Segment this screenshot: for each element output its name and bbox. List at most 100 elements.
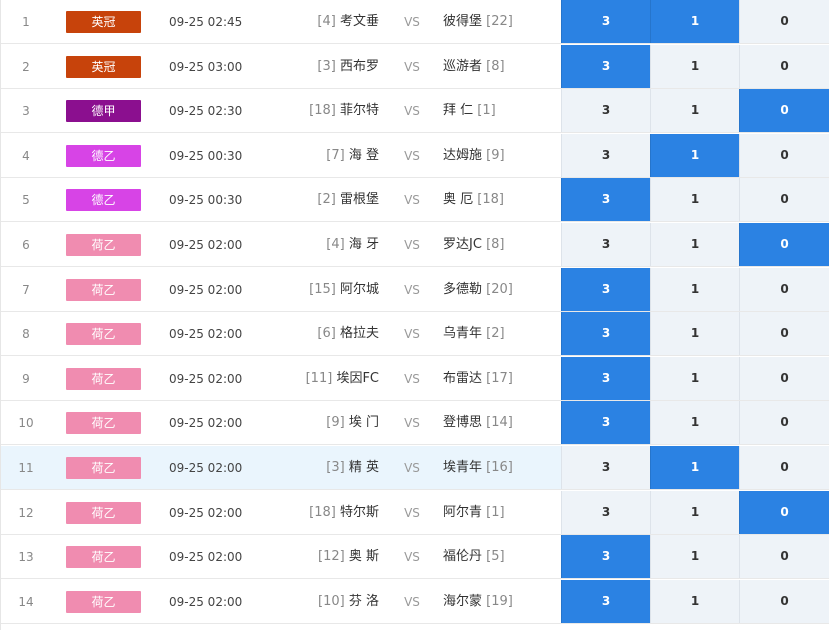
match-number: 3 [22,104,30,118]
option-win-button[interactable]: 3 [561,491,650,534]
option-loss-button[interactable]: 0 [739,401,829,444]
league-badge[interactable]: 荷乙 [66,368,141,390]
league-badge[interactable]: 德甲 [66,100,141,122]
match-number: 8 [22,327,30,341]
option-draw-button[interactable]: 1 [650,491,739,534]
option-loss-button[interactable]: 0 [739,0,829,43]
option-loss-button[interactable]: 0 [739,134,829,177]
away-team: 彼得堡 [22] [443,0,553,44]
home-team: [3] 精 英 [281,446,379,490]
league-badge[interactable]: 荷乙 [66,591,141,613]
vs-label: VS [404,238,420,252]
away-team-name: 乌青年 [443,326,483,341]
home-team-name: 埃 门 [348,415,379,430]
option-win-button[interactable]: 3 [561,89,650,132]
away-rank: [17] [486,371,513,386]
option-draw-button[interactable]: 1 [650,45,739,88]
match-number: 4 [22,149,30,163]
option-win-button[interactable]: 3 [561,312,650,355]
option-win-button[interactable]: 3 [561,580,650,623]
option-loss-button[interactable]: 0 [739,45,829,88]
option-loss-button[interactable]: 0 [739,223,829,266]
league-badge[interactable]: 英冠 [66,11,141,33]
home-team-name: 芬 洛 [348,594,379,609]
option-win-button[interactable]: 3 [561,268,650,311]
option-loss-button[interactable]: 0 [739,178,829,221]
option-loss-button[interactable]: 0 [739,580,829,623]
option-draw-button[interactable]: 1 [650,178,739,221]
away-team-name: 福伦丹 [443,549,483,564]
match-number: 12 [18,506,34,520]
home-team: [15] 阿尔城 [281,268,379,312]
home-team: [18] 菲尔特 [281,89,379,133]
option-draw-button[interactable]: 1 [650,580,739,623]
option-win-button[interactable]: 3 [561,0,650,43]
home-team-name: 西布罗 [339,59,379,74]
option-draw-button[interactable]: 1 [650,0,739,43]
away-rank: [1] [477,103,496,118]
league-badge[interactable]: 荷乙 [66,412,141,434]
away-team-name: 阿尔青 [443,505,483,520]
away-team: 海尔蒙 [19] [443,580,553,624]
league-badge[interactable]: 德乙 [66,189,141,211]
option-loss-button[interactable]: 0 [739,312,829,355]
option-win-button[interactable]: 3 [561,446,650,489]
option-win-button[interactable]: 3 [561,178,650,221]
option-draw-button[interactable]: 1 [650,357,739,400]
option-draw-button[interactable]: 1 [650,535,739,578]
league-badge[interactable]: 荷乙 [66,234,141,256]
away-rank: [14] [486,415,513,430]
match-time: 09-25 02:45 [169,15,243,29]
home-team-name: 考文垂 [339,14,379,29]
option-win-button[interactable]: 3 [561,223,650,266]
option-draw-button[interactable]: 1 [650,312,739,355]
home-team-name: 菲尔特 [339,103,379,118]
match-row: 12 荷乙 09-25 02:00 [18] 特尔斯 VS 阿尔青 [1] 3 1 0 [1,491,829,535]
option-loss-button[interactable]: 0 [739,89,829,132]
option-win-button[interactable]: 3 [561,357,650,400]
option-loss-button[interactable]: 0 [739,268,829,311]
vs-label: VS [404,506,420,520]
away-rank: [18] [477,192,504,207]
league-badge[interactable]: 荷乙 [66,323,141,345]
league-badge[interactable]: 荷乙 [66,279,141,301]
option-draw-button[interactable]: 1 [650,401,739,444]
option-loss-button[interactable]: 0 [739,491,829,534]
vs-label: VS [404,327,420,341]
option-loss-button[interactable]: 0 [739,357,829,400]
option-draw-button[interactable]: 1 [650,223,739,266]
option-loss-button[interactable]: 0 [739,535,829,578]
match-number: 14 [18,595,34,609]
home-team: [9] 埃 门 [281,401,379,445]
league-badge[interactable]: 荷乙 [66,546,141,568]
home-team: [18] 特尔斯 [281,491,379,535]
league-badge[interactable]: 英冠 [66,56,141,78]
home-rank: [15] [309,282,336,297]
match-row: 4 德乙 09-25 00:30 [7] 海 登 VS 达姆施 [9] 3 1 0 [1,134,829,178]
option-draw-button[interactable]: 1 [650,268,739,311]
league-badge[interactable]: 荷乙 [66,457,141,479]
away-team-name: 巡游者 [443,59,483,74]
match-time: 09-25 02:00 [169,506,243,520]
away-rank: [19] [486,594,513,609]
match-number: 2 [22,60,30,74]
league-badge[interactable]: 荷乙 [66,502,141,524]
home-team: [11] 埃因FC [281,357,379,401]
option-win-button[interactable]: 3 [561,535,650,578]
home-rank: [18] [309,505,336,520]
option-win-button[interactable]: 3 [561,401,650,444]
away-rank: [8] [486,59,505,74]
home-team: [4] 考文垂 [281,0,379,44]
option-loss-button[interactable]: 0 [739,446,829,489]
home-team-name: 奥 斯 [348,549,379,564]
option-draw-button[interactable]: 1 [650,89,739,132]
match-time: 09-25 02:00 [169,372,243,386]
option-win-button[interactable]: 3 [561,134,650,177]
home-rank: [10] [318,594,345,609]
option-draw-button[interactable]: 1 [650,446,739,489]
option-win-button[interactable]: 3 [561,45,650,88]
home-team: [3] 西布罗 [281,45,379,89]
option-draw-button[interactable]: 1 [650,134,739,177]
match-number: 11 [18,461,34,475]
league-badge[interactable]: 德乙 [66,145,141,167]
